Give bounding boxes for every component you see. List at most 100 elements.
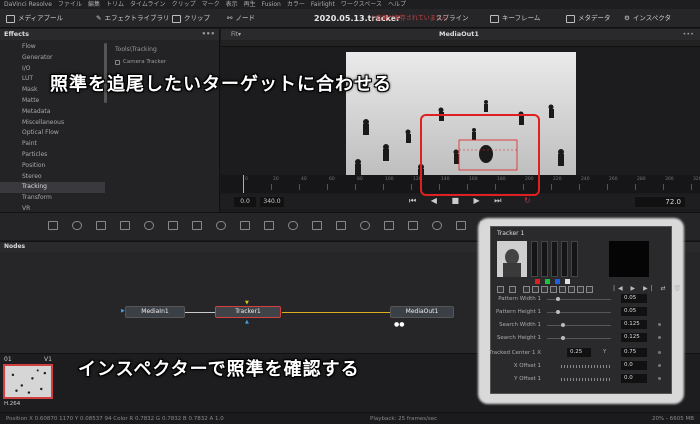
menu-item[interactable]: 編集 — [88, 0, 100, 9]
fusion-tool-icon[interactable] — [48, 221, 58, 230]
menu-item[interactable]: 表示 — [226, 0, 238, 9]
fusion-tool-icon[interactable] — [432, 221, 442, 230]
slider-knob[interactable] — [556, 297, 561, 301]
fusion-tool-icon[interactable] — [408, 221, 418, 230]
menu-item[interactable]: タイムライン — [130, 0, 166, 9]
center-y-field[interactable]: 0.75 — [621, 348, 647, 357]
effects-category-item[interactable]: Flow — [0, 42, 105, 53]
fusion-tool-icon[interactable] — [120, 221, 130, 230]
green-channel-toggle[interactable] — [545, 279, 550, 284]
y-offset-field[interactable]: 0.0 — [621, 374, 647, 383]
menu-item[interactable]: 再生 — [244, 0, 256, 9]
keyframe-dot[interactable] — [658, 323, 661, 326]
menu-item[interactable]: DaVinci Resolve — [4, 0, 52, 9]
channel-icon[interactable] — [568, 286, 575, 293]
node-mediaout[interactable]: MediaOut1 — [390, 306, 454, 318]
center-x-field[interactable]: 0.25 — [567, 348, 591, 357]
param-value-field[interactable]: 0.125 — [621, 320, 647, 329]
menu-item[interactable]: ファイル — [58, 0, 82, 9]
keyframes-button[interactable]: キーフレーム — [490, 9, 540, 28]
channel-icon[interactable] — [532, 286, 539, 293]
param-value-field[interactable]: 0.05 — [621, 307, 647, 316]
menu-item[interactable]: トリム — [106, 0, 124, 9]
param-slider[interactable] — [547, 336, 611, 340]
more-icon[interactable]: ••• — [202, 29, 215, 40]
slider-knob[interactable] — [561, 336, 565, 340]
channel-icon[interactable] — [541, 286, 548, 293]
fusion-tool-icon[interactable] — [384, 221, 394, 230]
timecode-start[interactable]: 0.0 — [234, 197, 256, 207]
fusion-tool-icon[interactable] — [456, 221, 466, 230]
spline-button[interactable]: スプライン — [436, 9, 469, 28]
loop-icon[interactable]: ↻ — [524, 196, 531, 205]
param-value-field[interactable]: 0.05 — [621, 294, 647, 303]
effects-category-item[interactable]: Matte — [0, 96, 105, 107]
fusion-tool-icon[interactable] — [96, 221, 106, 230]
keyframe-dot[interactable] — [658, 336, 661, 339]
fusion-tool-icon[interactable] — [336, 221, 346, 230]
fusion-tool-icon[interactable] — [216, 221, 226, 230]
keyframe-dot[interactable] — [658, 377, 661, 380]
effects-category-item[interactable]: Optical Flow — [0, 128, 105, 139]
y-offset-slider[interactable] — [561, 378, 611, 381]
menu-item[interactable]: Fusion — [262, 0, 281, 9]
fusion-tool-icon[interactable] — [312, 221, 322, 230]
inspector-button[interactable]: ⚙ インスペクタ — [624, 9, 671, 28]
param-value-field[interactable]: 0.125 — [621, 333, 647, 342]
menu-item[interactable]: ワークスペース — [341, 0, 382, 9]
camera-tracker-item[interactable]: Camera Tracker — [108, 53, 220, 65]
clips-button[interactable]: クリップ — [172, 9, 210, 28]
param-slider[interactable] — [547, 323, 611, 327]
blue-channel-toggle[interactable] — [555, 279, 560, 284]
menu-item[interactable]: マーク — [202, 0, 220, 9]
fusion-tool-icon[interactable] — [360, 221, 370, 230]
pattern-icon[interactable] — [497, 286, 504, 293]
channel-icon[interactable] — [523, 286, 530, 293]
more-icon[interactable]: ••• — [682, 29, 694, 40]
playhead[interactable] — [243, 175, 244, 193]
metadata-button[interactable]: メタデータ — [566, 9, 611, 28]
fusion-tool-icon[interactable] — [264, 221, 274, 230]
menu-item[interactable]: クリップ — [172, 0, 196, 9]
fusion-tool-icon[interactable] — [192, 221, 202, 230]
preview-controls-icon[interactable]: |◀ ▶ ▶| ⇄ 🗑 — [613, 285, 684, 292]
fusion-tool-icon[interactable] — [72, 221, 82, 230]
slider-knob[interactable] — [561, 323, 565, 327]
menu-item[interactable]: カラー — [287, 0, 305, 9]
x-offset-field[interactable]: 0.0 — [621, 361, 647, 370]
effects-category-item[interactable]: Miscellaneous — [0, 118, 105, 129]
param-slider[interactable] — [547, 310, 611, 314]
current-frame[interactable]: 72.0 — [635, 197, 685, 207]
fit-dropdown[interactable]: Fit▾ — [231, 29, 241, 40]
effects-library-button[interactable]: ✎ エフェクトライブラリ — [96, 9, 169, 28]
fusion-tool-icon[interactable] — [144, 221, 154, 230]
effects-category-item[interactable]: Position — [0, 161, 105, 172]
channel-icon[interactable] — [550, 286, 557, 293]
effects-category-item[interactable]: Stereo — [0, 172, 105, 183]
timecode-end[interactable]: 340.0 — [260, 197, 284, 207]
effects-category-item[interactable]: Metadata — [0, 107, 105, 118]
node-mediain[interactable]: MediaIn1 — [125, 306, 185, 318]
luma-channel-toggle[interactable] — [565, 279, 570, 284]
effects-category-item[interactable]: Tracking — [0, 182, 105, 194]
effects-category-item[interactable]: Paint — [0, 139, 105, 150]
node-tracker[interactable]: Tracker1 — [215, 306, 281, 318]
fusion-tool-icon[interactable] — [240, 221, 250, 230]
fusion-tool-icon[interactable] — [288, 221, 298, 230]
channel-icon[interactable] — [586, 286, 593, 293]
param-slider[interactable] — [547, 297, 611, 301]
effects-category-item[interactable]: Transform — [0, 193, 105, 204]
menu-item[interactable]: ヘルプ — [388, 0, 406, 9]
fusion-tool-icon[interactable] — [168, 221, 178, 230]
menu-item[interactable]: Fairlight — [311, 0, 335, 9]
clip-thumbnail[interactable] — [3, 364, 53, 399]
slider-knob[interactable] — [556, 310, 561, 314]
effects-category-item[interactable]: Generator — [0, 53, 105, 64]
media-pool-button[interactable]: メディアプール — [6, 9, 63, 28]
channel-icon[interactable] — [577, 286, 584, 293]
transport-controls[interactable]: ⏮ ◀ ■ ▶ ⏭ — [409, 196, 507, 206]
red-channel-toggle[interactable] — [535, 279, 540, 284]
keyframe-dot[interactable] — [658, 351, 661, 354]
effects-category-item[interactable]: Particles — [0, 150, 105, 161]
x-offset-slider[interactable] — [561, 365, 611, 368]
